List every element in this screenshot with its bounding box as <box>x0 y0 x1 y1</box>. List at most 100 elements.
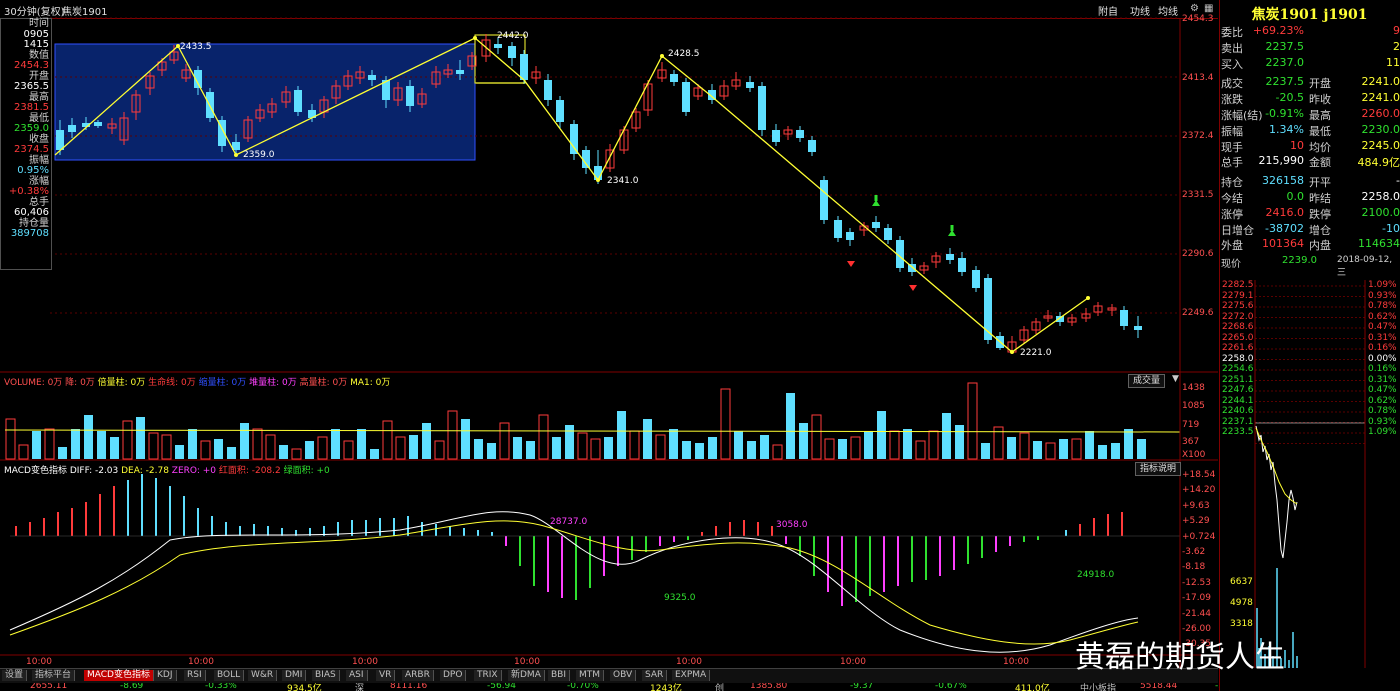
volume-bar <box>1007 437 1016 459</box>
tab--dma[interactable]: 新DMA <box>508 670 545 681</box>
quote-value: 2100.0 <box>1361 205 1400 219</box>
volume-bar <box>44 428 55 460</box>
price-axis-label: 2413.4 <box>1182 73 1214 83</box>
quote-label: 买入 <box>1221 57 1243 71</box>
quote-label: 日增仓 <box>1221 223 1254 237</box>
macd-legend: MACD变色指标 DIFF: -2.03 DEA: -2.78 ZERO: +0… <box>4 463 330 476</box>
volume-bar <box>382 420 393 460</box>
tab-trix[interactable]: TRIX <box>474 670 502 681</box>
macd-legend-item: 红面积: -208.2 <box>218 466 284 476</box>
intraday-price-label: 2258.0 <box>1222 353 1254 364</box>
quote-label: 涨幅(结) <box>1221 109 1263 122</box>
volume-bar <box>629 430 640 460</box>
status-item: 2655.11 <box>30 683 68 691</box>
tab-rsi[interactable]: RSI <box>184 670 206 681</box>
volume-bar <box>1137 439 1146 459</box>
tab-macd-[interactable]: MACD变色指标 <box>84 670 154 681</box>
quote-value: 2237.5 <box>1265 39 1305 53</box>
status-item: 5518.44 <box>1140 683 1178 691</box>
tab-expma[interactable]: EXPMA <box>672 670 711 681</box>
tab--[interactable]: 指标平台 <box>32 670 76 681</box>
candle-body <box>508 46 516 58</box>
info-value-value: 2454.3 <box>14 60 49 71</box>
candle-body <box>1056 316 1064 322</box>
diff-line <box>9 511 1139 653</box>
tab--[interactable]: 设置 <box>2 670 28 681</box>
annotation-high-3: 2428.5 <box>668 49 700 59</box>
volume-bar <box>760 435 769 459</box>
volume-bar <box>461 419 470 459</box>
candle-body <box>670 74 678 82</box>
cursor-info-panel: 时间 0905 1415 数值 2454.3 开盘 2365.5 最高 2381… <box>0 18 52 270</box>
volume-bar <box>434 440 445 460</box>
volume-bar <box>1071 438 1082 460</box>
volume-bar <box>18 444 29 460</box>
tab-mtm[interactable]: MTM <box>576 670 605 681</box>
candle-body <box>884 228 892 240</box>
price-axis-label: 2372.4 <box>1182 131 1214 141</box>
volume-bar <box>474 439 483 459</box>
status-item: -9.37 <box>850 683 874 691</box>
tab-dpo[interactable]: DPO <box>440 670 467 681</box>
candle-body <box>772 130 780 142</box>
info-label-time: 时间 <box>29 18 49 29</box>
tab-obv[interactable]: OBV <box>610 670 637 681</box>
quote-value: 2241.0 <box>1361 91 1400 105</box>
macd-axis-label: +14.20 <box>1182 485 1216 496</box>
candle-body <box>544 80 552 100</box>
tab-dmi[interactable]: DMI <box>282 670 307 681</box>
tab-sar[interactable]: SAR <box>642 670 668 681</box>
quote-label: 最高 <box>1309 109 1331 122</box>
candle-body <box>972 270 980 288</box>
volume-bar <box>291 448 302 460</box>
quote-label: 委比 <box>1221 26 1243 39</box>
quote-value: 101364 <box>1262 237 1304 251</box>
time-axis-label: 10:00 <box>514 657 540 667</box>
indicator-help-button[interactable]: 指标说明 <box>1135 462 1182 476</box>
volume-bar <box>370 449 379 459</box>
volume-bar <box>877 411 886 459</box>
quote-label: 开盘 <box>1309 77 1331 91</box>
dropdown-chevron-icon[interactable]: ▼ <box>1172 374 1179 384</box>
quote-value: -0.91% <box>1265 107 1304 120</box>
volume-bar <box>265 434 276 460</box>
zigzag-point <box>1086 296 1090 300</box>
price-axis-label: 2331.5 <box>1182 190 1214 200</box>
volume-bar <box>1045 442 1056 460</box>
tab-kdj[interactable]: KDJ <box>154 670 177 681</box>
status-item: -56.94 <box>487 683 517 691</box>
volume-bar <box>577 432 588 460</box>
tab-boll[interactable]: BOLL <box>214 670 245 681</box>
volume-legend-item: 缩量柱: 0万 <box>198 378 250 388</box>
volume-legend: VOLUME: 0万 降: 0万 倍量柱: 0万 生命线: 0万 缩量柱: 0万… <box>4 375 390 388</box>
quote-value: 9 <box>1393 24 1400 37</box>
quote-value: 2230.0 <box>1361 122 1400 136</box>
macd-axis-label: -17.09 <box>1182 593 1212 604</box>
info-value-close: 2374.5 <box>14 144 49 155</box>
candle-body <box>682 82 690 112</box>
volume-dropdown[interactable]: 成交量 <box>1128 374 1166 388</box>
zigzag-point <box>473 36 477 40</box>
volume-bar <box>513 437 522 459</box>
quote-row: 卖出 2237.5 2 <box>1221 40 1400 56</box>
tab-arbr[interactable]: ARBR <box>402 670 434 681</box>
tab-bbi[interactable]: BBI <box>548 670 571 681</box>
macd-area-label: 28737.0 <box>550 517 588 527</box>
intraday-pct-label: 0.78% <box>1368 301 1397 311</box>
time-axis-label: 10:00 <box>676 657 702 667</box>
kline-chart[interactable] <box>0 0 1218 668</box>
tab-vr[interactable]: VR <box>376 670 396 681</box>
tab-asi[interactable]: ASI <box>346 670 368 681</box>
intraday-price-line <box>1255 425 1298 559</box>
volume-bar <box>136 417 145 459</box>
tab-w-r[interactable]: W&R <box>248 670 278 681</box>
volume-axis-unit: X100 <box>1182 450 1206 460</box>
candle-body <box>984 278 992 340</box>
tab-bias[interactable]: BIAS <box>312 670 340 681</box>
quote-label: 内盘 <box>1309 239 1331 253</box>
status-item: 深 <box>355 684 365 691</box>
info-value-open: 2365.5 <box>14 81 49 92</box>
quote-label: 成交 <box>1221 77 1243 91</box>
volume-bar <box>824 438 835 460</box>
intraday-pct-label: 0.62% <box>1368 311 1397 322</box>
